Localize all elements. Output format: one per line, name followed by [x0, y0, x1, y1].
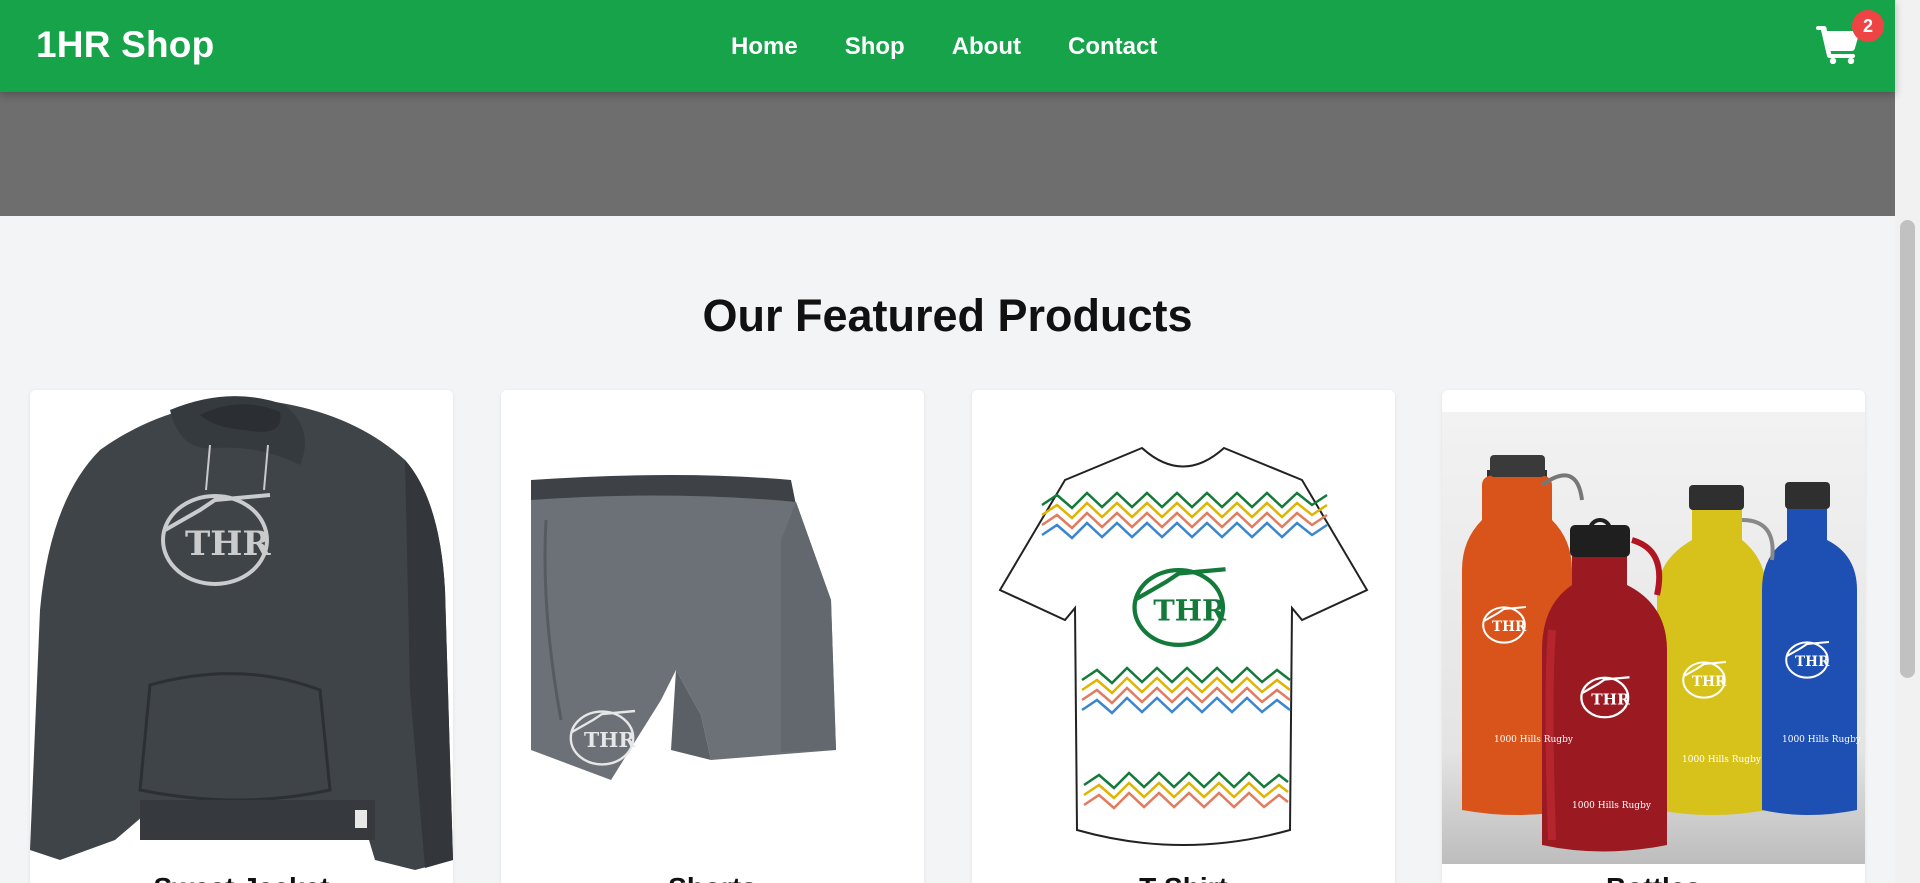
scrollbar-thumb[interactable] — [1900, 220, 1915, 678]
shorts-image: THR — [501, 390, 924, 870]
svg-text:THR: THR — [1153, 593, 1227, 627]
nav-shop-link[interactable]: Shop — [845, 33, 905, 61]
bottles-image: THR THR THR THR 1000 Hills Rugby 1000 Hi… — [1442, 412, 1865, 864]
svg-text:1000 Hills Rugby: 1000 Hills Rugby — [1494, 735, 1574, 745]
product-name[interactable]: T-Shirt — [972, 872, 1395, 883]
svg-text:THR: THR — [1795, 654, 1830, 670]
featured-products-title: Our Featured Products — [702, 290, 1193, 341]
nav-home-link[interactable]: Home — [731, 33, 798, 61]
svg-text:THR: THR — [1692, 674, 1727, 690]
brand-logo[interactable]: 1HR Shop — [36, 24, 214, 66]
nav-about-link[interactable]: About — [952, 33, 1021, 61]
page-scrollbar[interactable] — [1895, 0, 1920, 883]
svg-text:1000 Hills Rugby: 1000 Hills Rugby — [1782, 735, 1862, 745]
page: 1HR Shop Home Shop About Contact 2 Our F… — [0, 0, 1920, 883]
product-card[interactable]: THR THR THR THR 1000 Hills Rugby 1000 Hi… — [1442, 390, 1865, 883]
product-name[interactable]: Bottles — [1442, 872, 1865, 883]
svg-text:THR: THR — [1492, 619, 1527, 635]
svg-text:THR: THR — [1591, 690, 1630, 708]
hero-banner — [0, 92, 1895, 216]
cart-count-badge: 2 — [1852, 10, 1884, 42]
product-name[interactable]: Sweat Jacket — [30, 872, 453, 883]
svg-text:THR: THR — [185, 524, 271, 564]
svg-text:1000 Hills Rugby: 1000 Hills Rugby — [1572, 801, 1652, 811]
tshirt-image: THR — [972, 390, 1395, 870]
hoodie-image: THR — [30, 390, 453, 870]
product-card[interactable]: THR Shorts — [501, 390, 924, 883]
svg-text:1000 Hills Rugby: 1000 Hills Rugby — [1682, 755, 1762, 765]
navbar: 1HR Shop Home Shop About Contact 2 — [0, 0, 1895, 92]
nav-contact-link[interactable]: Contact — [1068, 33, 1157, 61]
cart-button[interactable]: 2 — [1814, 10, 1884, 68]
product-name[interactable]: Shorts — [501, 872, 924, 883]
product-card[interactable]: THR T-Shirt — [972, 390, 1395, 883]
product-card[interactable]: THR Sweat Jacket — [30, 390, 453, 883]
svg-text:THR: THR — [584, 728, 636, 752]
main-nav: Home Shop About Contact — [731, 33, 1157, 61]
